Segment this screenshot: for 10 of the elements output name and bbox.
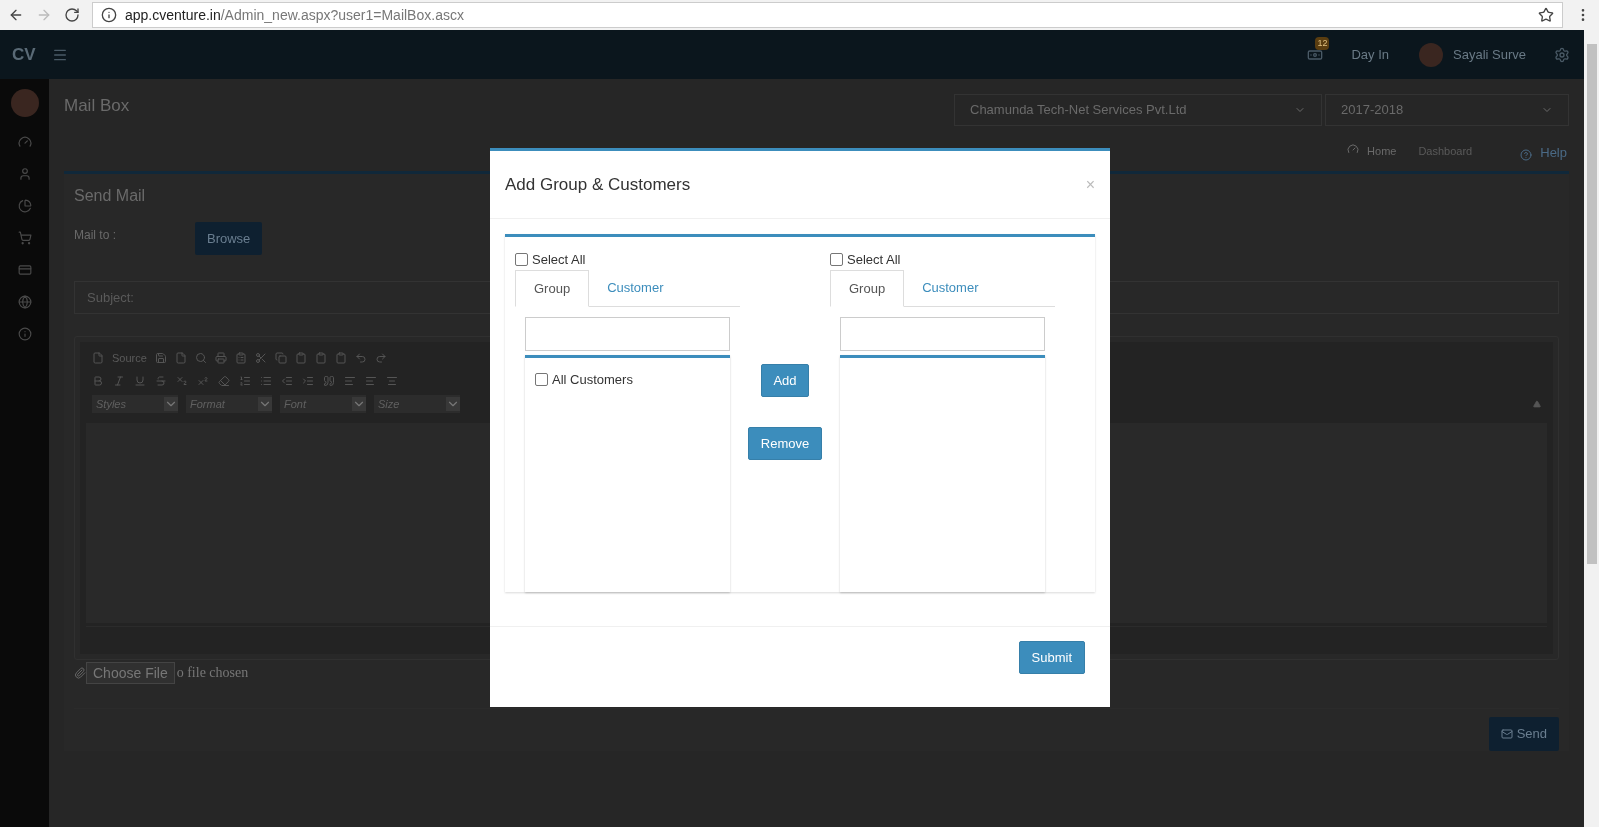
file-status: o file chosen — [176, 664, 249, 683]
select-all-label: Select All — [532, 250, 586, 269]
notification-badge: 12 — [1315, 36, 1330, 50]
select-all-label: Select All — [847, 250, 901, 269]
url-text: app.cventure.in/Admin_new.aspx?user1=MailBox.ascx — [125, 5, 465, 25]
mail-to-label: Mail to : — [74, 227, 117, 244]
list-item-label: All Customers — [552, 371, 633, 389]
panel-title: Send Mail — [74, 186, 146, 206]
modal-title: Add Group & Customers — [505, 173, 691, 196]
page-title: Mail Box — [64, 95, 131, 117]
